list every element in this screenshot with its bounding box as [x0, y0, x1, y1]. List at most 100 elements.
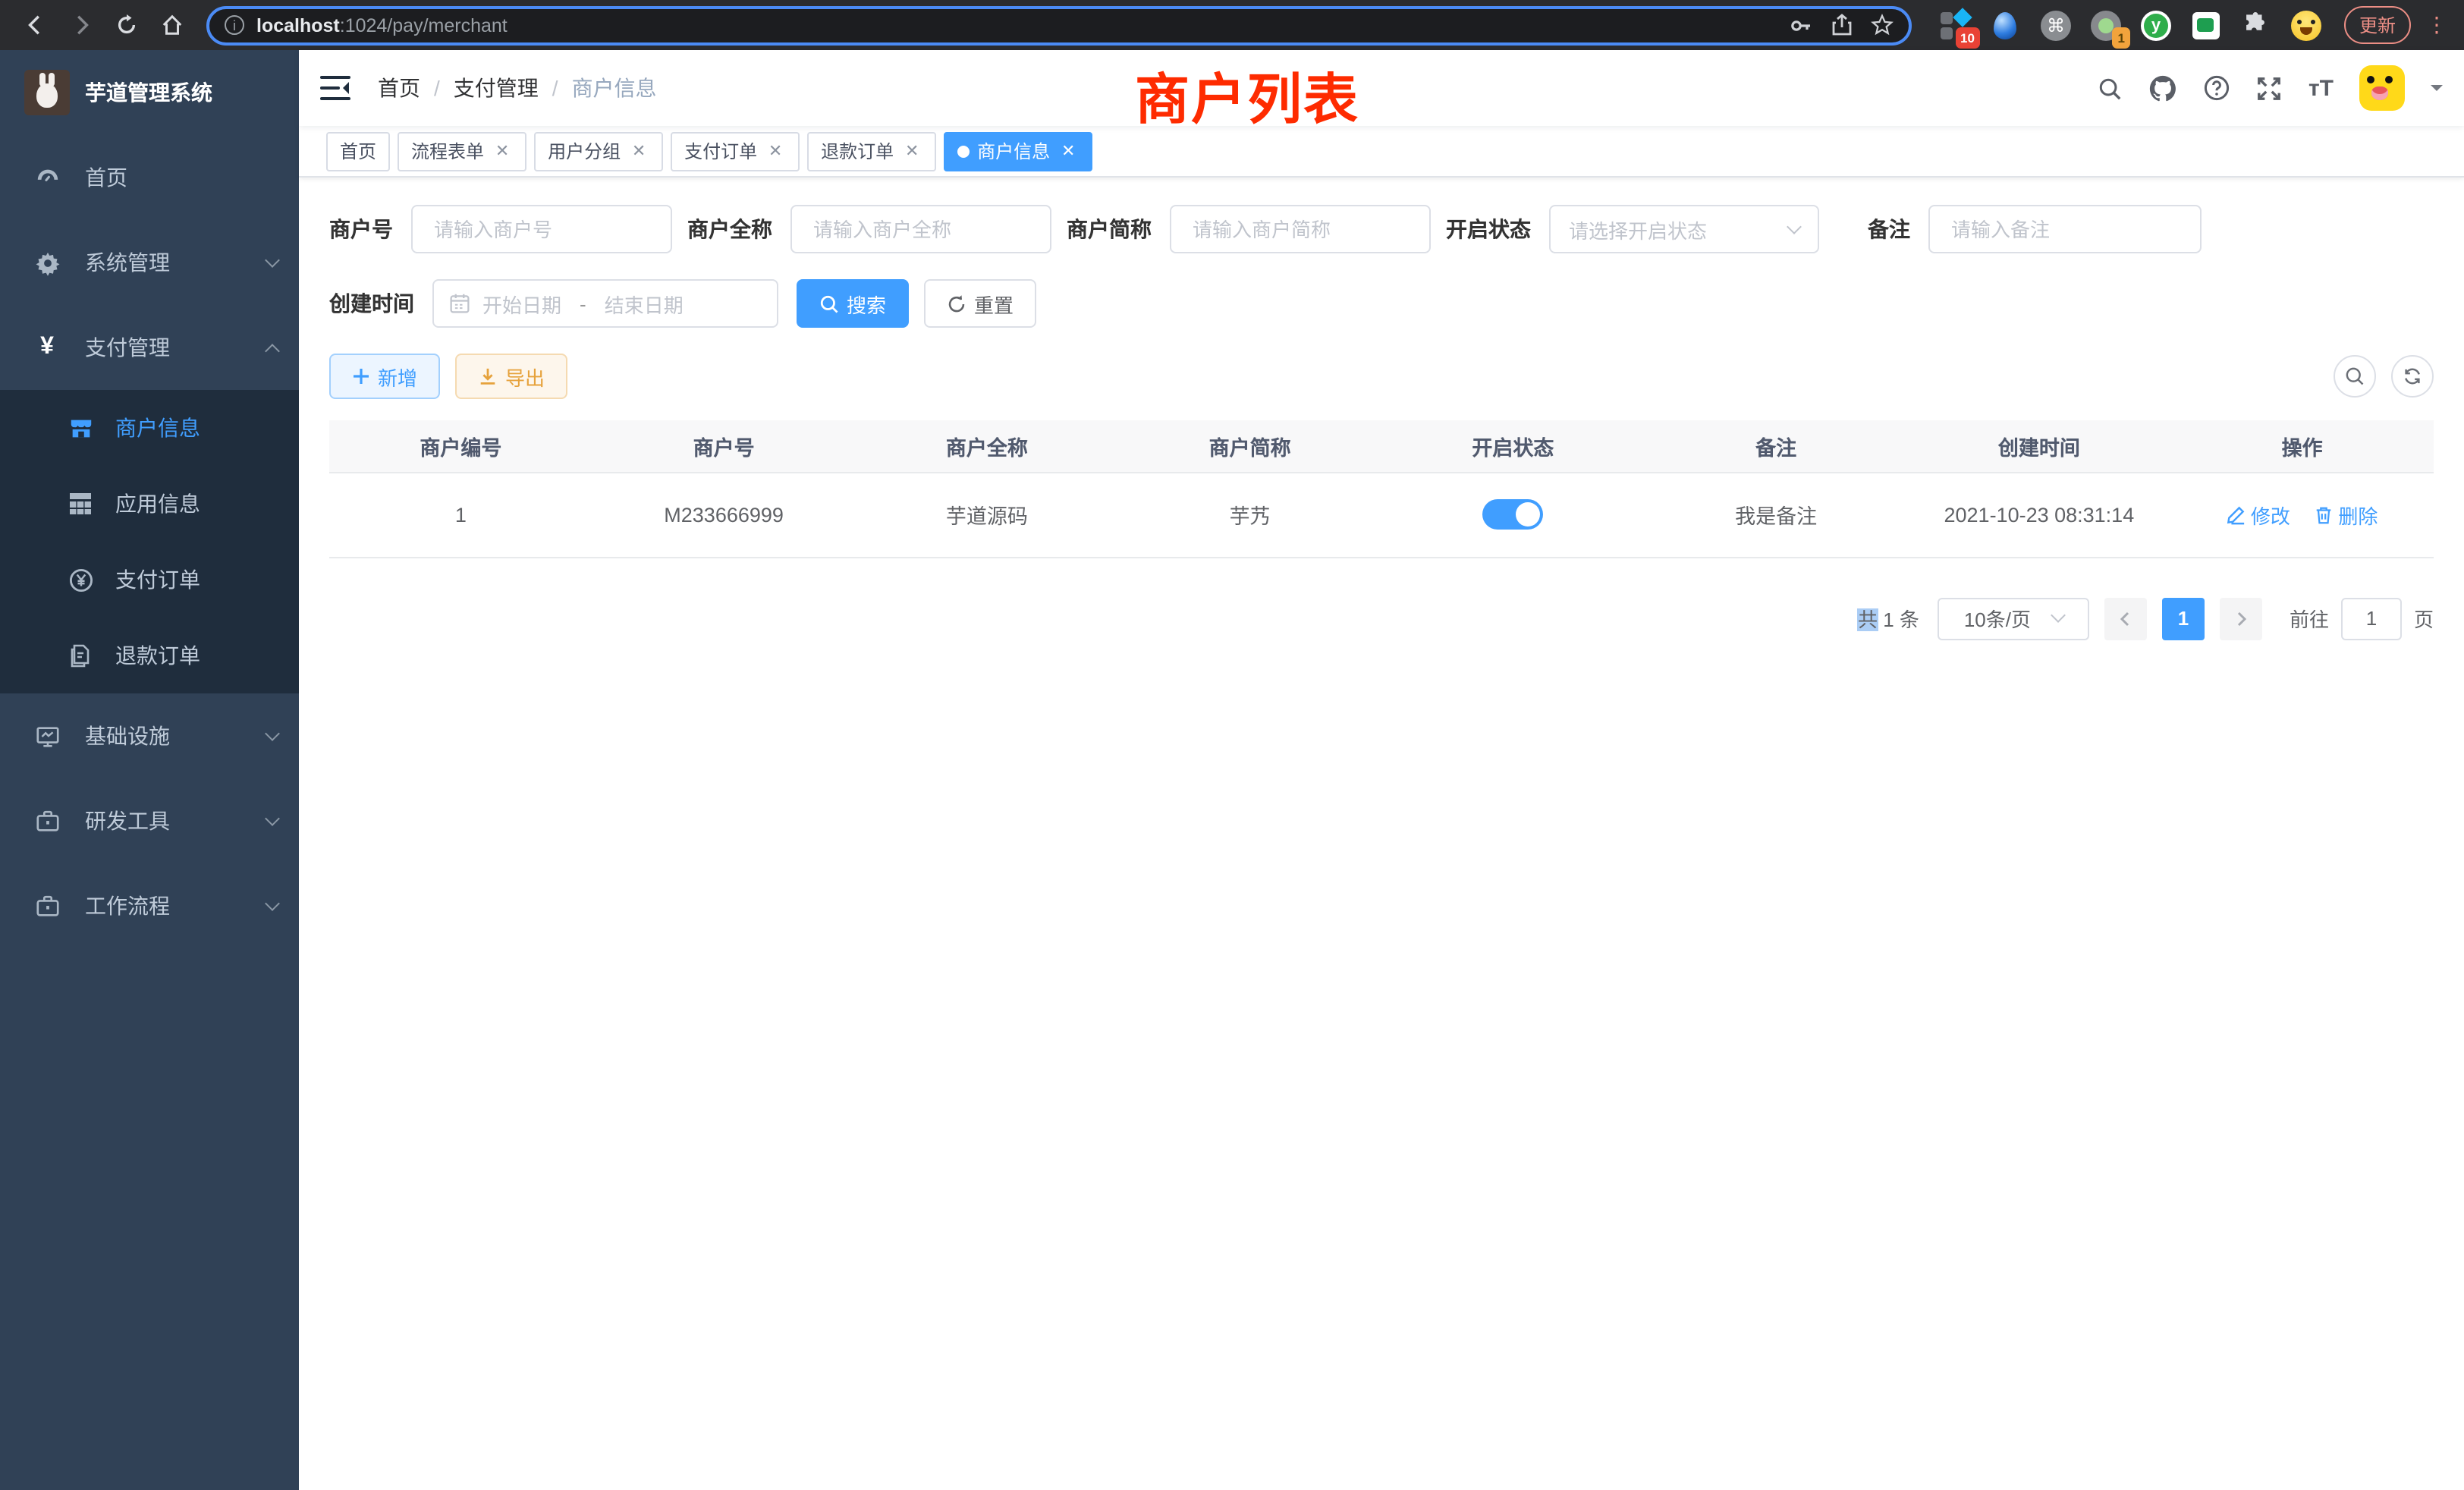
profile-avatar-icon[interactable] — [2290, 8, 2323, 42]
close-icon[interactable]: ✕ — [492, 140, 513, 162]
url: localhost:1024/pay/merchant — [256, 14, 1771, 36]
command-extension-icon[interactable]: ⌘ — [2039, 8, 2073, 42]
table-row: 1 M233666999 芋道源码 芋艿 我是备注 2021-10-23 08:… — [329, 472, 2434, 557]
short-name-input[interactable] — [1190, 216, 1411, 242]
yen-icon: ¥ — [33, 334, 61, 361]
search-button[interactable]: 搜索 — [797, 279, 909, 328]
tab-process-form[interactable]: 流程表单✕ — [398, 131, 526, 171]
filter-short-name: 商户简称 — [1067, 205, 1431, 253]
start-date-placeholder: 开始日期 — [482, 289, 561, 318]
sidebar-item-label: 退款订单 — [115, 640, 200, 671]
sidebar-item-app-info[interactable]: 应用信息 — [0, 466, 299, 542]
share-icon[interactable] — [1831, 14, 1853, 36]
home-icon[interactable] — [152, 5, 191, 45]
app-logo-row[interactable]: 芋道管理系统 — [0, 50, 299, 135]
close-icon[interactable]: ✕ — [901, 140, 922, 162]
recorder-badge: 1 — [2113, 27, 2130, 48]
sidebar-item-refund-order[interactable]: 退款订单 — [0, 618, 299, 693]
toggle-search-icon[interactable] — [2334, 355, 2376, 398]
sidebar-item-home[interactable]: 首页 — [0, 135, 299, 220]
github-icon[interactable] — [2149, 74, 2178, 102]
chat-extension-icon[interactable] — [2189, 8, 2223, 42]
sidebar-item-devtools[interactable]: 研发工具 — [0, 778, 299, 863]
filter-label: 商户全称 — [687, 214, 790, 244]
cell-short-name: 芋艿 — [1118, 472, 1381, 557]
merchant-no-input[interactable] — [431, 216, 652, 242]
help-icon[interactable] — [2204, 74, 2231, 102]
filter-label: 创建时间 — [329, 288, 432, 319]
gem-extension-icon[interactable] — [1989, 8, 2022, 42]
fullscreen-icon[interactable] — [2257, 75, 2283, 101]
goto-page-input[interactable] — [2341, 597, 2402, 640]
back-icon[interactable] — [15, 5, 55, 45]
tab-refund-order[interactable]: 退款订单✕ — [807, 131, 936, 171]
prev-page-button[interactable] — [2104, 597, 2147, 640]
export-button[interactable]: 导出 — [455, 354, 567, 399]
refresh-table-icon[interactable] — [2391, 355, 2434, 398]
tab-pay-order[interactable]: 支付订单✕ — [671, 131, 800, 171]
sidebar-item-workflow[interactable]: 工作流程 — [0, 863, 299, 948]
extensions-puzzle-icon[interactable] — [2239, 8, 2273, 42]
cell-merchant-no: M233666999 — [592, 472, 856, 557]
status-toggle[interactable] — [1482, 499, 1543, 530]
extensions-row: 10 ⌘ 1 y — [1939, 8, 2323, 42]
password-key-icon[interactable] — [1789, 13, 1813, 37]
font-size-icon[interactable]: ᴛT — [2308, 75, 2334, 101]
delete-link[interactable]: 删除 — [2314, 500, 2378, 529]
sidebar-item-system[interactable]: 系统管理 — [0, 220, 299, 305]
tab-user-group[interactable]: 用户分组✕ — [534, 131, 663, 171]
add-button[interactable]: 新增 — [329, 354, 440, 399]
status-select[interactable]: 请选择开启状态 — [1549, 205, 1819, 253]
col-merchant-no: 商户号 — [592, 420, 856, 472]
gear-icon — [33, 250, 61, 275]
sidebar-item-merchant-info[interactable]: 商户信息 — [0, 390, 299, 466]
payment-submenu: 商户信息 应用信息 支付订单 — [0, 390, 299, 693]
forward-icon[interactable] — [61, 5, 100, 45]
address-bar[interactable]: i localhost:1024/pay/merchant — [206, 5, 1912, 45]
breadcrumb-current: 商户信息 — [572, 73, 657, 103]
reset-button[interactable]: 重置 — [924, 279, 1036, 328]
close-icon[interactable]: ✕ — [765, 140, 786, 162]
chevron-down-icon — [1787, 218, 1802, 234]
reload-icon[interactable] — [106, 5, 146, 45]
store-icon — [67, 415, 94, 441]
breadcrumb-home[interactable]: 首页 — [378, 73, 420, 103]
grid-icon — [67, 492, 94, 516]
chevron-up-icon — [265, 343, 280, 358]
y-extension-icon[interactable]: y — [2139, 8, 2173, 42]
browser-menu-icon[interactable]: ⋮ — [2426, 12, 2449, 38]
briefcase-icon — [33, 893, 61, 919]
current-page[interactable]: 1 — [2162, 597, 2205, 640]
goto-unit: 页 — [2414, 604, 2434, 633]
col-create-time: 创建时间 — [1908, 420, 2171, 472]
bookmark-star-icon[interactable] — [1871, 14, 1894, 36]
close-icon[interactable]: ✕ — [628, 140, 649, 162]
user-avatar[interactable] — [2359, 65, 2405, 111]
recorder-extension-icon[interactable]: 1 — [2089, 8, 2123, 42]
date-range-picker[interactable]: 开始日期 - 结束日期 — [432, 279, 778, 328]
chrome-update-button[interactable]: 更新 — [2344, 6, 2411, 44]
remark-input[interactable] — [1948, 216, 2182, 242]
next-page-button[interactable] — [2220, 597, 2262, 640]
sidebar-item-infra[interactable]: 基础设施 — [0, 693, 299, 778]
blocker-extension-icon[interactable]: 10 — [1939, 8, 1972, 42]
tab-home[interactable]: 首页 — [326, 131, 390, 171]
close-icon[interactable]: ✕ — [1058, 140, 1079, 162]
sidebar-item-pay-order[interactable]: 支付订单 — [0, 542, 299, 618]
merchant-name-input[interactable] — [810, 216, 1032, 242]
sidebar-item-payment[interactable]: ¥ 支付管理 — [0, 305, 299, 390]
sidebar-collapse-icon[interactable] — [320, 75, 350, 101]
active-dot — [957, 145, 970, 157]
page-info-icon[interactable]: i — [225, 15, 244, 35]
edit-link[interactable]: 修改 — [2227, 500, 2290, 529]
col-status: 开启状态 — [1381, 420, 1645, 472]
sidebar-item-label: 首页 — [85, 162, 278, 193]
avatar-caret-icon[interactable] — [2431, 85, 2443, 97]
header-search-icon[interactable] — [2098, 75, 2123, 101]
breadcrumb-payment[interactable]: 支付管理 — [454, 73, 539, 103]
col-actions: 操作 — [2170, 420, 2434, 472]
sidebar-item-label: 应用信息 — [115, 489, 200, 519]
tab-merchant-info[interactable]: 商户信息✕ — [944, 131, 1092, 171]
page-size-select[interactable]: 10条/页 — [1938, 597, 2089, 640]
chevron-down-icon — [265, 253, 280, 268]
